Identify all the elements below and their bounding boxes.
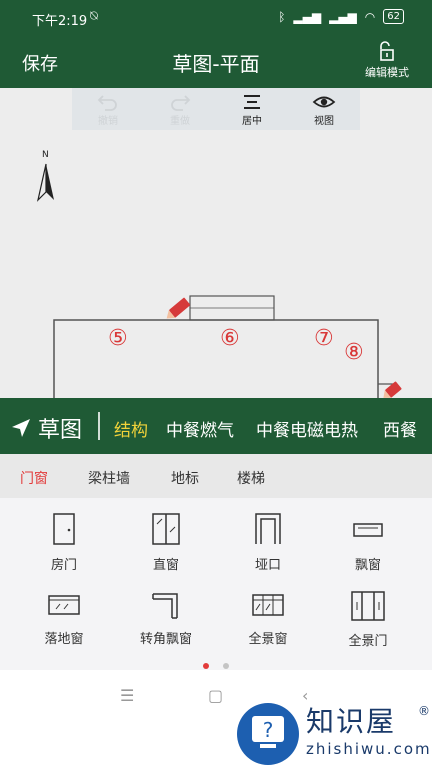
room-label-6[interactable]: ⑥ [220,326,240,351]
straight-window-icon [152,513,180,545]
grid-item-archway[interactable]: 垭口 [214,512,322,573]
pagination-dot-active[interactable] [203,663,210,669]
pencil-icon [166,297,191,319]
corner-bay-window-icon [152,593,178,619]
category-chinese-electric[interactable]: 中餐电磁电热 [256,416,358,441]
svg-text:?: ? [263,718,274,742]
room-label-5[interactable]: ⑤ [108,326,128,351]
status-time: 下午2:19 [32,14,88,29]
wifi-icon: ◠ [364,9,376,24]
category-structure[interactable]: 结构 [114,416,148,441]
watermark: ? 知识屋 ® zhishiwu.com [236,700,432,768]
watermark-url: zhishiwu.com [306,740,432,758]
watermark-brand: 知识屋 [306,705,397,738]
grid-item-label: 全景窗 [248,632,288,647]
edit-mode-label: 编辑模式 [365,66,409,79]
panorama-door-icon [351,591,385,621]
battery-icon: 62 [383,9,404,24]
watermark-logo-icon: ? [237,703,299,765]
app-bar: 保存 草图-平面 编辑模式 [0,36,432,88]
navigation-arrow-icon [12,419,30,437]
grid-item-panorama-door[interactable]: 全景门 [314,590,422,649]
room-label-7[interactable]: ⑦ [314,326,334,351]
grid-item-label: 落地窗 [44,632,84,647]
grid-item-label: 转角飘窗 [139,632,192,647]
category-divider [98,412,100,440]
grid-item-corner-bay-window[interactable]: 转角飘窗 [112,590,220,647]
panorama-window-icon [252,594,284,616]
floor-plan-drawing [53,295,402,398]
home-nav-icon[interactable]: ▢ [208,686,223,705]
signal-icon: ▂▄▆ [293,9,322,24]
signal-icon-2: ▂▄▆ [329,9,357,24]
floor-window-icon [48,595,80,615]
registered-icon: ® [418,704,430,718]
archway-icon [255,513,281,544]
unlock-icon [380,41,394,61]
room-label-8[interactable]: ⑧ [344,340,364,365]
grid-item-label: 垭口 [254,558,281,573]
category-bar: 草图 结构 中餐燃气 中餐电磁电热 西餐 [0,398,432,454]
bluetooth-icon: ᛒ [278,9,286,24]
edit-mode-button[interactable]: 编辑模式 [362,40,412,80]
sketch-title[interactable]: 草图 [10,412,82,444]
tab-stairs[interactable]: 楼梯 [237,468,265,488]
status-icons: ᛒ ▂▄▆ ▂▄▆ ◠ 62 [278,9,404,24]
door-icon [53,513,75,545]
status-bar: 下午2:19 ⍉ ᛒ ▂▄▆ ▂▄▆ ◠ 62 [0,0,432,36]
grid-item-panorama-window[interactable]: 全景窗 [214,590,322,647]
grid-item-label: 房门 [50,558,77,573]
pagination-dot[interactable] [222,663,229,669]
sketch-label: 草图 [38,418,83,443]
bay-window-icon [353,523,383,537]
grid-item-label: 全景门 [348,634,388,649]
tab-beams-walls[interactable]: 梁柱墙 [88,468,130,488]
subtabs: 门窗 梁柱墙 地标 楼梯 [0,454,432,498]
category-chinese-gas[interactable]: 中餐燃气 [166,416,234,441]
grid-item-floor-window[interactable]: 落地窗 [10,590,118,647]
grid-item-label: 飘窗 [354,558,381,573]
component-grid: 房门 直窗 垭口 飘窗 落地窗 转角飘窗 全景窗 全景门 [0,498,432,670]
floor-plan-canvas[interactable]: 撤销 重做 居中 视图 N ⑤ ⑥ ⑦ ⑧ [0,88,432,398]
menu-nav-icon[interactable]: ☰ [120,686,134,705]
grid-item-door[interactable]: 房门 [10,512,118,573]
tab-landmarks[interactable]: 地标 [171,468,199,488]
grid-item-bay-window[interactable]: 飘窗 [314,512,422,573]
category-western[interactable]: 西餐 [383,416,417,441]
alarm-off-icon: ⍉ [90,9,98,24]
grid-item-label: 直窗 [152,558,179,573]
tab-doors-windows[interactable]: 门窗 [20,468,48,488]
grid-item-straight-window[interactable]: 直窗 [112,512,220,573]
